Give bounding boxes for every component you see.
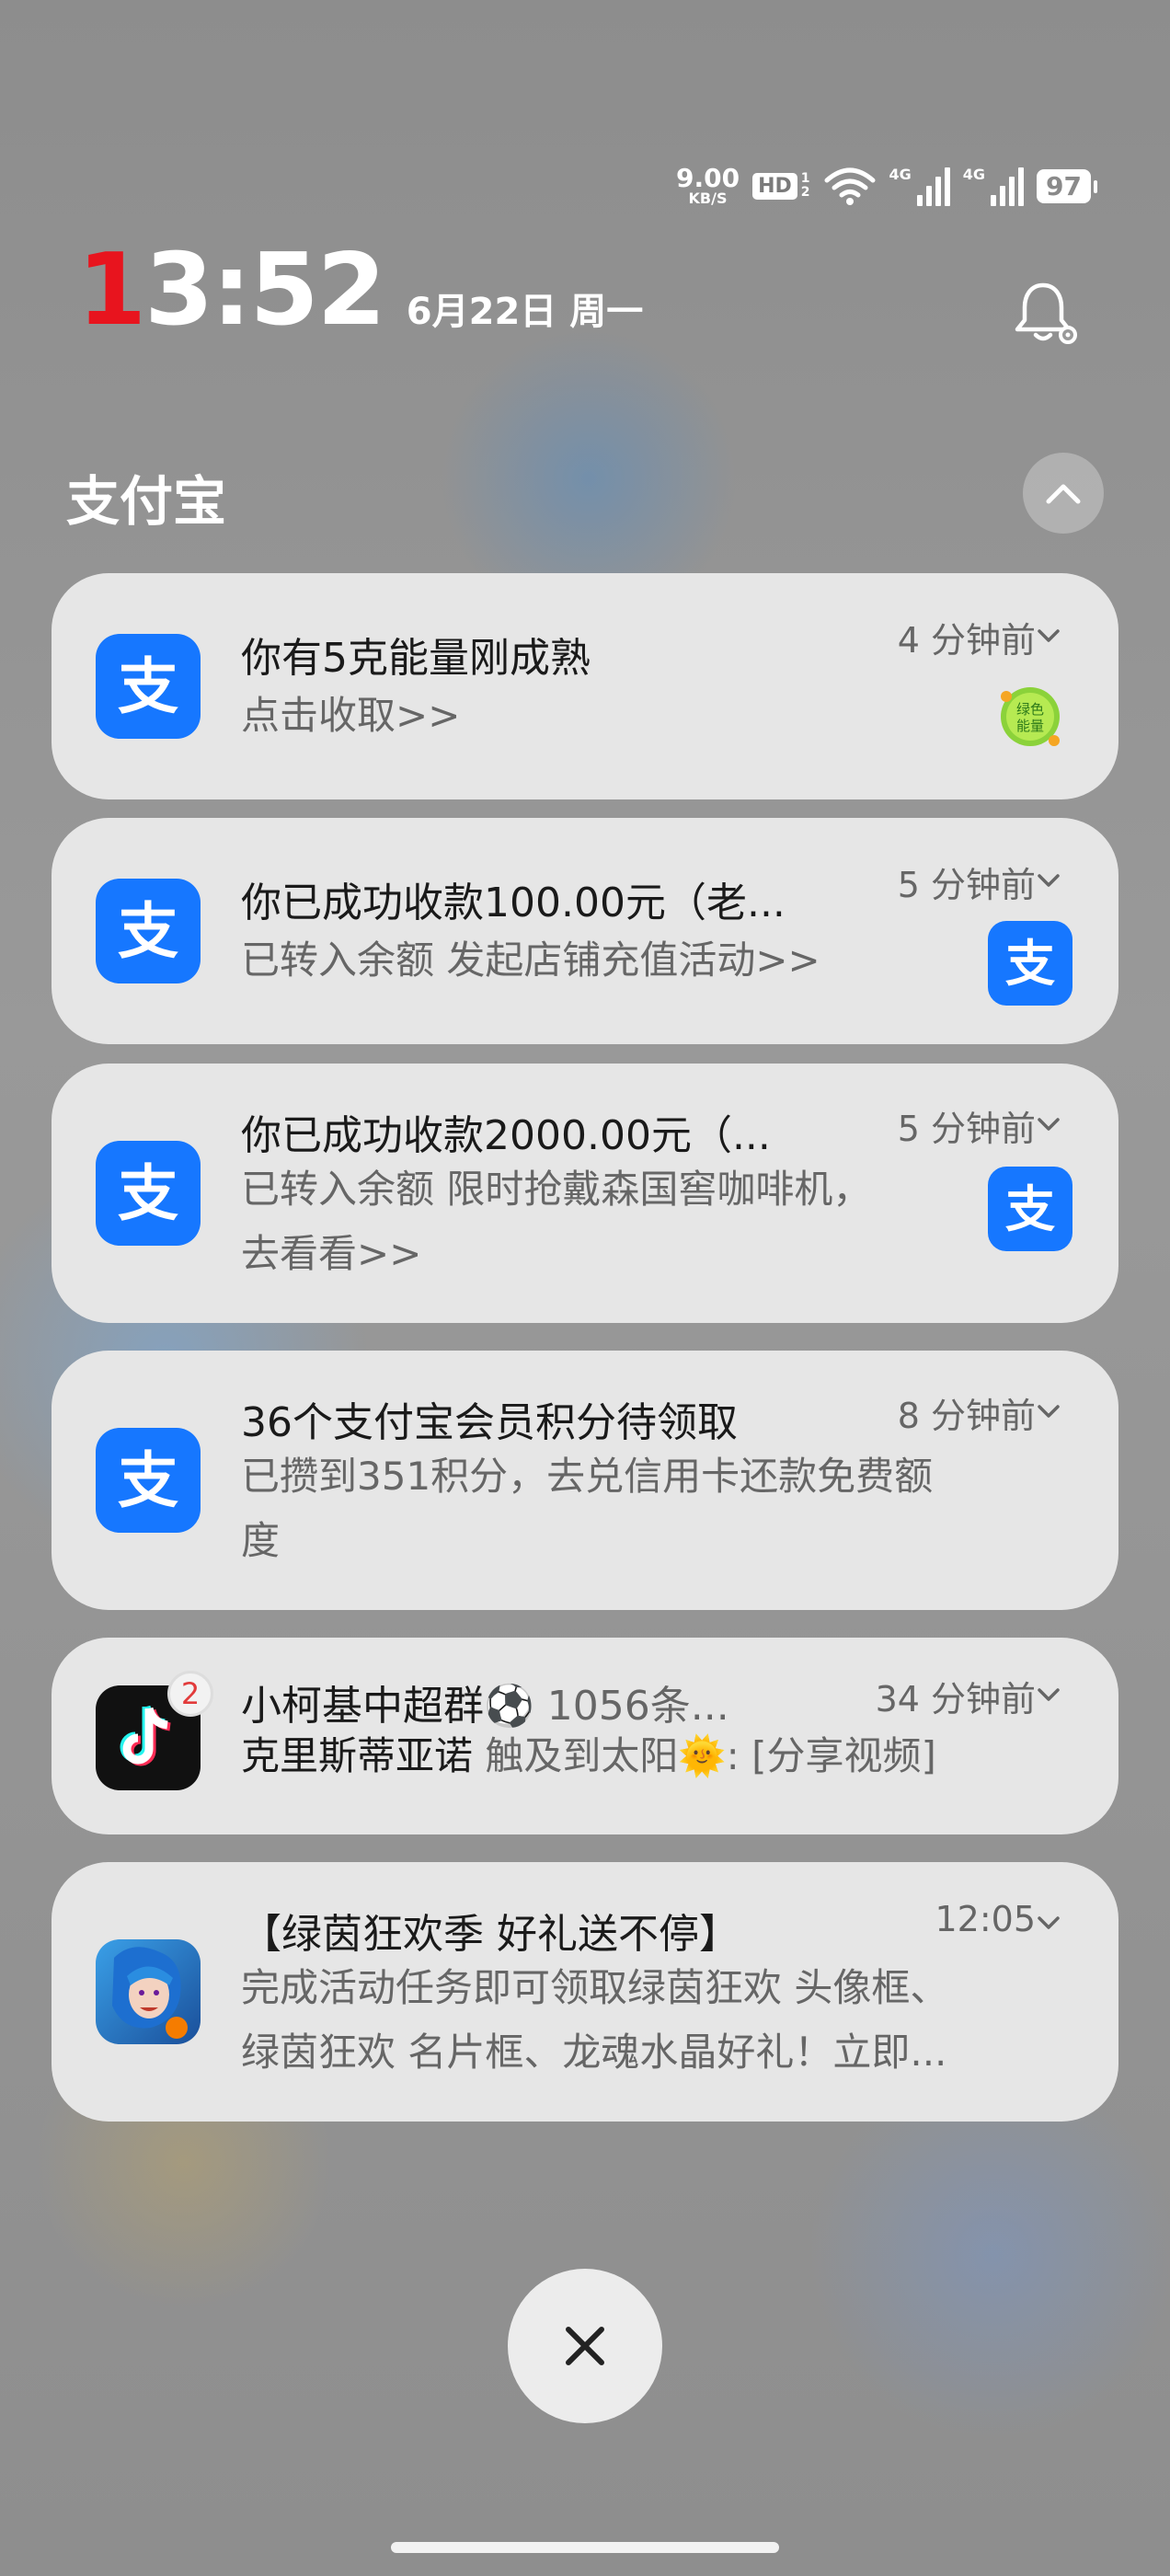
close-icon <box>566 2327 604 2365</box>
chevron-down-icon[interactable] <box>1036 1682 1061 1708</box>
clock-time: 13:52 <box>77 233 386 348</box>
chevron-down-icon[interactable] <box>1036 1910 1061 1936</box>
alipay-icon: 支 <box>96 1428 201 1533</box>
notification-time: 5 分钟前 <box>897 1109 1036 1149</box>
svg-text:支: 支 <box>1005 936 1056 991</box>
svg-text:支: 支 <box>118 1161 178 1225</box>
clear-all-button[interactable] <box>508 2269 662 2423</box>
svg-text:支: 支 <box>118 654 178 719</box>
notification-body: 已转入余额 限时抢戴森国窖咖啡机， 去看看>> <box>241 1157 977 1286</box>
notification-time: 4 分钟前 <box>897 620 1036 661</box>
svg-text:支: 支 <box>1005 1181 1056 1236</box>
notification-title: 你已成功收款2000.00元（... <box>241 1112 771 1159</box>
signal-icon-sim1: 4G <box>889 166 950 206</box>
game-character-icon <box>96 1939 201 2044</box>
notification-group-title: 支付宝 <box>66 470 227 533</box>
collapse-group-button[interactable] <box>1023 453 1104 534</box>
chevron-down-icon[interactable] <box>1036 1398 1061 1424</box>
notification-card[interactable]: 支 你已成功收款100.00元（老... 已转入余额 发起店铺充值活动>> 5 … <box>52 818 1118 1044</box>
chevron-down-icon[interactable] <box>1036 623 1061 649</box>
clock-date: 6月22日 周一 <box>406 291 644 333</box>
message-count: 1056条... <box>533 1683 729 1730</box>
notification-body: 已攒到351积分，去兑信用卡还款免费额 度 <box>241 1444 1087 1573</box>
notification-title: 你有5克能量刚成熟 <box>241 635 591 682</box>
notification-title: 小柯基中超群⚽ 1056条... <box>241 1673 729 1731</box>
message-sender: 克里斯蒂亚诺 <box>241 1733 474 1778</box>
lockscreen-clock: 13:52 6月22日 周一 <box>77 241 643 340</box>
notification-card[interactable]: 支 你已成功收款2000.00元（... 已转入余额 限时抢戴森国窖咖啡机， 去… <box>52 1064 1118 1323</box>
svg-text:绿色: 绿色 <box>1016 701 1044 718</box>
unread-badge: 2 <box>167 1671 213 1717</box>
notification-body-line: 度 <box>241 1518 281 1563</box>
notification-body-line: 已转入余额 限时抢戴森国窖咖啡机， <box>241 1167 872 1212</box>
notification-title: 36个支付宝会员积分待领取 <box>241 1399 738 1446</box>
notification-body: 克里斯蒂亚诺 触及到太阳🌞: [分享视频] <box>241 1724 1087 1788</box>
notification-body-line: 完成活动任务即可领取绿茵狂欢 头像框、 <box>241 1965 949 2010</box>
hd-sim-2: 2 <box>800 185 810 200</box>
alipay-icon: 支 <box>988 921 1072 1006</box>
group-chat-name: 小柯基中超群⚽ <box>241 1683 534 1730</box>
svg-text:支: 支 <box>118 1448 178 1512</box>
hd-label: HD <box>752 172 797 200</box>
notification-body: 完成活动任务即可领取绿茵狂欢 头像框、 绿茵狂欢 名片框、龙魂水晶好礼！立即..… <box>241 1956 1087 2085</box>
net-speed: 9.00 KB/S <box>676 166 740 206</box>
notification-body-line: 绿茵狂欢 名片框、龙魂水晶好礼！立即... <box>241 2030 947 2075</box>
battery-icon: 97 <box>1037 168 1097 203</box>
net-speed-unit: KB/S <box>688 190 728 207</box>
notification-time: 12:05 <box>935 1899 1036 1939</box>
notification-time: 34 分钟前 <box>875 1679 1036 1719</box>
notification-title: 你已成功收款100.00元（老... <box>241 880 786 926</box>
bell-settings-icon[interactable] <box>1010 278 1080 348</box>
hd-indicator: HD 1 2 <box>752 171 810 200</box>
notification-card[interactable]: 【绿茵狂欢季 好礼送不停】 完成活动任务即可领取绿茵狂欢 头像框、 绿茵狂欢 名… <box>52 1862 1118 2122</box>
notification-body-line: 已攒到351积分，去兑信用卡还款免费额 <box>241 1454 934 1499</box>
svg-text:支: 支 <box>118 899 178 963</box>
hd-sim-1: 1 <box>800 171 810 187</box>
notification-time: 8 分钟前 <box>897 1396 1036 1436</box>
message-text: 触及到太阳🌞: [分享视频] <box>473 1733 936 1778</box>
notification-body-line: 去看看>> <box>241 1231 422 1276</box>
alipay-icon: 支 <box>96 879 201 983</box>
notification-card[interactable]: 支 你有5克能量刚成熟 点击收取>> 4 分钟前 绿色 能量 <box>52 573 1118 799</box>
home-indicator[interactable] <box>391 2542 779 2553</box>
wifi-icon <box>824 167 875 205</box>
notification-body: 已转入余额 发起店铺充值活动>> <box>241 937 820 983</box>
alipay-icon: 支 <box>96 634 201 739</box>
signal-icon-sim2: 4G <box>962 166 1025 206</box>
svg-text:能量: 能量 <box>1016 718 1044 734</box>
notification-time: 5 分钟前 <box>897 865 1036 905</box>
notification-body: 点击收取>> <box>241 693 461 738</box>
alipay-icon: 支 <box>96 1141 201 1246</box>
status-bar: 9.00 KB/S HD 1 2 4G 4G 97 <box>676 166 1097 206</box>
notification-title: 【绿茵狂欢季 好礼送不停】 <box>241 1911 740 1958</box>
net-speed-value: 9.00 <box>675 163 740 193</box>
chevron-down-icon[interactable] <box>1036 868 1061 893</box>
signal-2-label: 4G <box>962 166 986 183</box>
chevron-down-icon[interactable] <box>1036 1111 1061 1137</box>
chevron-up-icon <box>1046 484 1081 504</box>
notification-card[interactable]: 支 36个支付宝会员积分待领取 已攒到351积分，去兑信用卡还款免费额 度 8 … <box>52 1351 1118 1610</box>
signal-1-label: 4G <box>889 166 912 183</box>
green-energy-icon: 绿色 能量 <box>993 680 1067 753</box>
notification-card[interactable]: 2 小柯基中超群⚽ 1056条... 克里斯蒂亚诺 触及到太阳🌞: [分享视频]… <box>52 1638 1118 1834</box>
alipay-icon: 支 <box>988 1167 1072 1251</box>
